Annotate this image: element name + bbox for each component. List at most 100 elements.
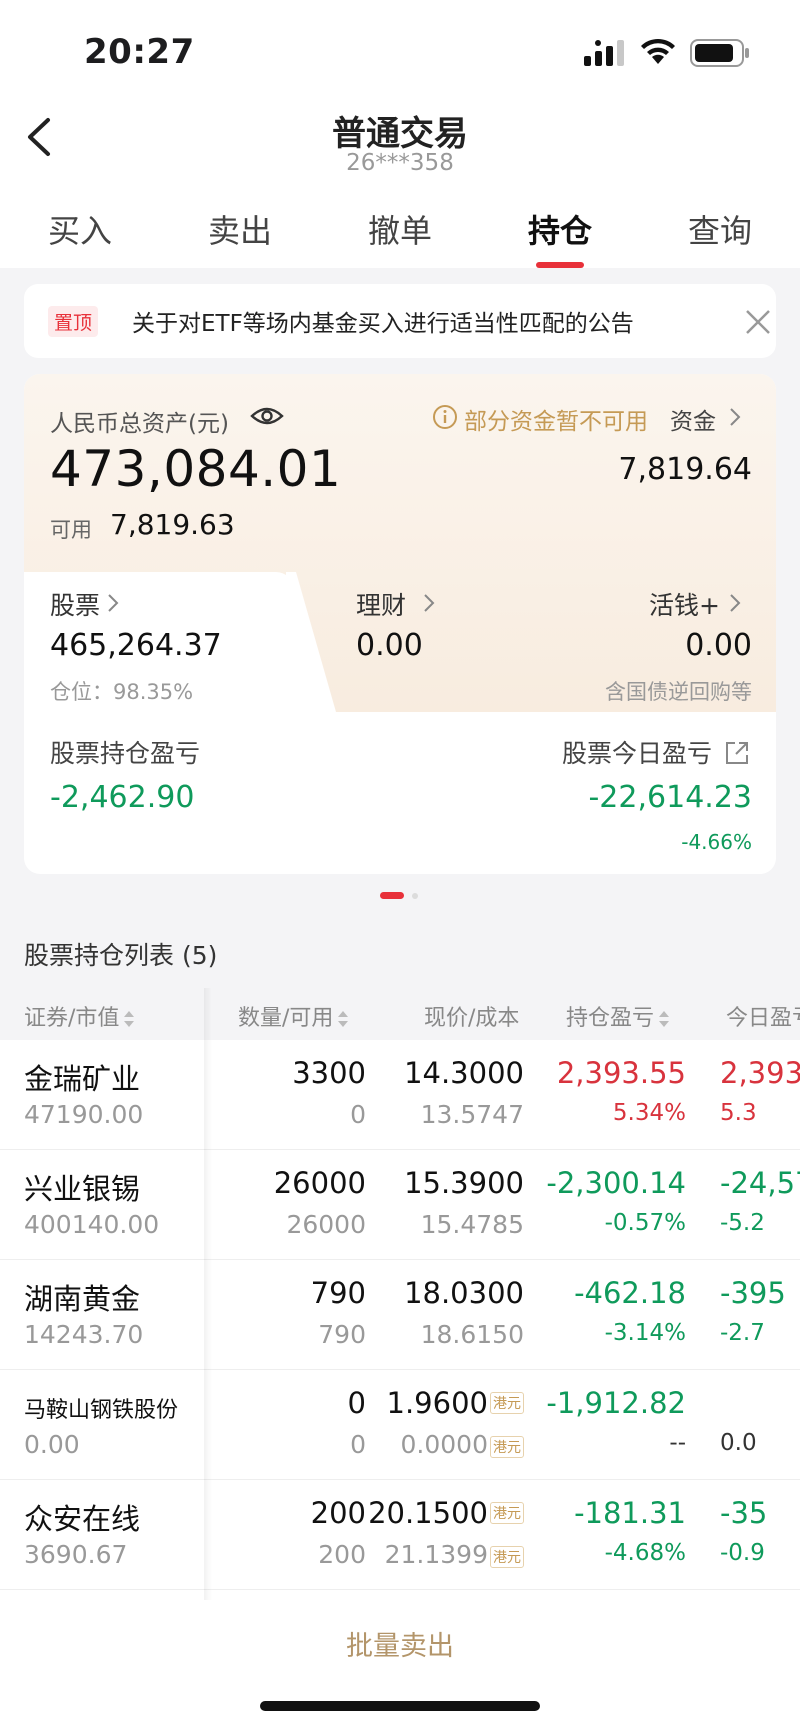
huoqian-value: 0.00 xyxy=(685,628,752,663)
chevron-right-icon[interactable] xyxy=(422,592,436,614)
today-pnl-percent: 0.0 xyxy=(720,1430,757,1456)
eye-icon[interactable] xyxy=(250,404,284,428)
stocks-link[interactable]: 股票 xyxy=(50,586,100,622)
column-header-today-pnl[interactable]: 今日盈亏 xyxy=(726,1000,800,1032)
market-value: 0.00 xyxy=(24,1430,80,1459)
total-assets-value: 473,084.01 xyxy=(50,440,342,498)
available-quantity: 26000 xyxy=(286,1210,366,1239)
today-pnl: -35 xyxy=(720,1496,768,1530)
notice-text[interactable]: 关于对ETF等场内基金买入进行适当性匹配的公告 xyxy=(132,304,634,338)
today-pnl-label[interactable]: 股票今日盈亏 xyxy=(562,734,712,770)
info-icon xyxy=(433,405,457,429)
current-price: 15.3900 xyxy=(404,1166,524,1200)
position-ratio: 仓位：98.35% xyxy=(50,680,194,704)
available-label: 可用 xyxy=(50,518,92,542)
today-pnl-percent: -0.9 xyxy=(720,1540,765,1566)
sort-icon xyxy=(659,1011,670,1027)
sort-icon xyxy=(124,1011,135,1027)
funds-link[interactable]: 资金 xyxy=(670,402,716,436)
tab-buy[interactable]: 买入 xyxy=(20,206,140,252)
table-row[interactable]: 众安在线 3690.67 200 200 20.1500 21.1399 港元 港元 -181.… xyxy=(0,1480,800,1590)
holding-pnl: -181.31 xyxy=(574,1496,686,1530)
asset-summary-card: 人民币总资产(元) 473,084.01 可用 7,819.63 部分资金暂不可… xyxy=(24,374,776,874)
quantity: 0 xyxy=(347,1386,366,1420)
nav-bar: 普通交易 26***358 xyxy=(0,100,800,182)
cost-price: 18.6150 xyxy=(420,1320,524,1349)
column-header-price: 现价/成本 xyxy=(424,1006,520,1031)
chevron-right-icon[interactable] xyxy=(106,592,120,614)
stocks-value: 465,264.37 xyxy=(50,628,222,663)
current-price: 1.9600 xyxy=(386,1386,488,1420)
wealth-value: 0.00 xyxy=(356,628,423,663)
quantity: 3300 xyxy=(292,1056,366,1090)
holding-pnl-value: -2,462.90 xyxy=(50,780,195,815)
currency-tag: 港元 xyxy=(490,1436,524,1458)
tab-positions[interactable]: 持仓 xyxy=(500,206,620,252)
holding-pnl: -462.18 xyxy=(574,1276,686,1310)
quantity: 26000 xyxy=(273,1166,366,1200)
today-pnl-percent: -5.2 xyxy=(720,1210,765,1236)
close-icon[interactable] xyxy=(744,308,772,336)
today-pnl-percent: 5.3 xyxy=(720,1100,757,1126)
available-quantity: 200 xyxy=(318,1540,366,1569)
today-pnl: -24,577 xyxy=(720,1166,800,1200)
chevron-right-icon[interactable] xyxy=(728,592,742,614)
carousel-dot xyxy=(412,893,418,899)
cost-price: 21.1399 xyxy=(384,1540,488,1569)
home-indicator xyxy=(260,1701,540,1711)
table-row[interactable]: 金瑞矿业 47190.00 3300 0 14.3000 13.5747 2,393.55 5… xyxy=(0,1040,800,1150)
market-value: 47190.00 xyxy=(24,1100,144,1129)
market-value: 3690.67 xyxy=(24,1540,128,1569)
holding-pnl: -1,912.82 xyxy=(546,1386,686,1420)
cost-price: 15.4785 xyxy=(420,1210,524,1239)
funds-value: 7,819.64 xyxy=(618,452,752,487)
today-pnl: -395 xyxy=(720,1276,786,1310)
wifi-icon xyxy=(641,38,675,64)
column-header-holding-pnl[interactable]: 持仓盈亏 xyxy=(566,1000,670,1032)
carousel-indicator xyxy=(0,892,800,902)
available-quantity: 790 xyxy=(318,1320,366,1349)
status-time: 20:27 xyxy=(84,32,195,72)
status-bar: 20:27 xyxy=(0,0,800,100)
batch-sell-button[interactable]: 批量卖出 xyxy=(0,1624,800,1663)
current-price: 14.3000 xyxy=(404,1056,524,1090)
market-value: 400140.00 xyxy=(24,1210,160,1239)
cellular-signal-icon xyxy=(584,40,624,66)
holding-pnl-percent: -3.14% xyxy=(604,1320,686,1346)
currency-tag: 港元 xyxy=(490,1502,524,1524)
active-tab-indicator xyxy=(536,262,584,268)
funds-unavailable-notice[interactable]: 部分资金暂不可用 xyxy=(464,402,648,436)
security-name: 众安在线 xyxy=(24,1502,141,1536)
external-link-icon[interactable] xyxy=(724,740,750,766)
holding-pnl-percent: -- xyxy=(669,1430,686,1456)
available-quantity: 0 xyxy=(350,1100,366,1129)
fixed-column-shadow xyxy=(204,988,212,1600)
security-name: 马鞍山钢铁股份 xyxy=(24,1398,179,1423)
tab-sell[interactable]: 卖出 xyxy=(180,206,300,252)
total-assets-label: 人民币总资产(元) xyxy=(50,411,229,437)
table-row[interactable]: 马鞍山钢铁股份 0.00 0 0 1.9600 0.0000 港元 港元 -1,912.82 --… xyxy=(0,1370,800,1480)
huoqian-note: 含国债逆回购等 xyxy=(605,680,752,704)
holding-pnl-percent: -4.68% xyxy=(604,1540,686,1566)
notice-banner[interactable]: 置顶 关于对ETF等场内基金买入进行适当性匹配的公告 xyxy=(24,284,776,358)
page-title: 普通交易 xyxy=(332,114,468,154)
currency-tag: 港元 xyxy=(490,1546,524,1568)
chevron-right-icon[interactable] xyxy=(728,406,742,428)
pinned-tag: 置顶 xyxy=(48,306,99,337)
sort-icon xyxy=(338,1011,349,1027)
huoqian-link[interactable]: 活钱+ xyxy=(649,586,720,622)
holdings-list-title: 股票持仓列表 (5) xyxy=(24,941,218,970)
column-header-quantity[interactable]: 数量/可用 xyxy=(238,1000,349,1032)
column-header-security[interactable]: 证券/市值 xyxy=(24,1000,135,1032)
tab-query[interactable]: 查询 xyxy=(660,206,780,252)
tab-cancel-order[interactable]: 撤单 xyxy=(340,206,460,252)
today-pnl: 2,393 xyxy=(720,1056,800,1090)
wealth-link[interactable]: 理财 xyxy=(356,586,406,622)
today-pnl-percent: -2.7 xyxy=(720,1320,765,1346)
table-row[interactable]: 湖南黄金 14243.70 790 790 18.0300 18.6150 -462.18-… xyxy=(0,1260,800,1370)
table-row[interactable]: 兴业银锡 400140.00 26000 26000 15.3900 15.4785 -2,… xyxy=(0,1150,800,1260)
quantity: 790 xyxy=(310,1276,366,1310)
current-price: 18.0300 xyxy=(404,1276,524,1310)
today-pnl-percent: -4.66% xyxy=(681,830,752,854)
holding-pnl: 2,393.55 xyxy=(556,1056,686,1090)
